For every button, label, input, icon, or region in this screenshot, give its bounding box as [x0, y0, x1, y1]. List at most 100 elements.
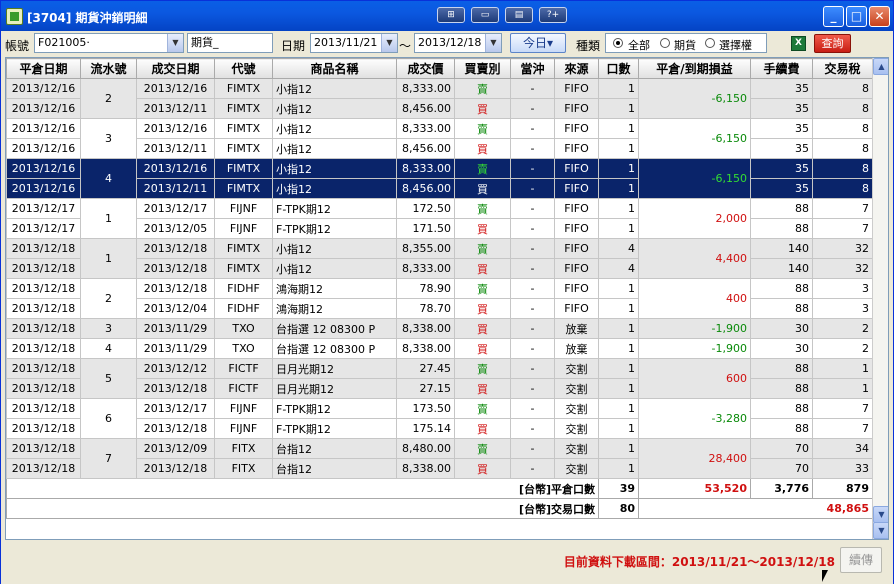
- code-cell: FIMTX: [214, 178, 273, 199]
- close-date-cell: 2013/12/18: [6, 298, 81, 319]
- chevron-down-icon[interactable]: ▼: [381, 34, 397, 52]
- table-row[interactable]: 2013/12/18 5 2013/12/12 FICTF 日月光期12 27.45 賣 - 交…: [6, 358, 873, 399]
- side-cell: 買: [454, 298, 511, 319]
- col-header[interactable]: 代號: [214, 58, 273, 79]
- col-header[interactable]: 當沖: [510, 58, 555, 79]
- close-button[interactable]: ✕: [869, 6, 890, 27]
- layout-button[interactable]: ⊞: [437, 7, 465, 23]
- radio-all[interactable]: [613, 38, 623, 48]
- col-header[interactable]: 手續費: [750, 58, 813, 79]
- download-range-text: 目前資料下載區間：2013/11/21～2013/12/18: [563, 555, 835, 569]
- trade-date-cell: 2013/12/17: [136, 198, 215, 219]
- table-row[interactable]: 2013/12/16 3 2013/12/16 FIMTX 小指12 8,333.00 賣 -…: [6, 118, 873, 159]
- col-header[interactable]: 商品名稱: [272, 58, 397, 79]
- summary-total: 48,865: [638, 498, 873, 519]
- radio-options[interactable]: [705, 38, 715, 48]
- col-header[interactable]: 成交價: [396, 58, 455, 79]
- side-cell: 買: [454, 98, 511, 119]
- table-row[interactable]: 2013/12/16 2 2013/12/16 FIMTX 小指12 8,333.00 賣 -…: [6, 78, 873, 119]
- today-button[interactable]: 今日▾: [510, 33, 566, 53]
- code-cell: FIJNF: [214, 198, 273, 219]
- daytrade-cell: -: [510, 398, 555, 419]
- radio-options-label[interactable]: 選擇權: [719, 37, 752, 53]
- trade-date-cell: 2013/12/12: [136, 358, 215, 379]
- product-name-cell: 小指12: [272, 98, 397, 119]
- source-cell: 交割: [554, 438, 599, 459]
- scroll-up-icon[interactable]: ▲: [873, 58, 888, 75]
- daytrade-cell: -: [510, 198, 555, 219]
- table-header-row: 平倉日期 流水號 成交日期 代號 商品名稱 成交價 買賣別 當沖 來源 口數 平…: [6, 58, 873, 79]
- maximize-button[interactable]: □: [846, 6, 867, 27]
- table-row[interactable]: 2013/12/18 3 2013/11/29 TXO 台指選 12 08300 P 8,…: [6, 318, 873, 339]
- serial-cell: 3: [80, 118, 137, 159]
- serial-cell: 2: [80, 278, 137, 319]
- chevron-down-icon[interactable]: ▼: [485, 34, 501, 52]
- side-cell: 賣: [454, 158, 511, 179]
- daytrade-cell: -: [510, 138, 555, 159]
- window-mode-button[interactable]: ▭: [471, 7, 499, 23]
- col-header[interactable]: 平倉/到期損益: [638, 58, 751, 79]
- source-cell: 交割: [554, 378, 599, 399]
- query-button[interactable]: 查詢: [814, 34, 851, 53]
- col-header[interactable]: 成交日期: [136, 58, 215, 79]
- col-header[interactable]: 交易稅: [812, 58, 873, 79]
- minimize-button[interactable]: _: [823, 6, 844, 27]
- code-cell: FIMTX: [214, 158, 273, 179]
- kind-radio-group: 全部 期貨 選擇權: [605, 33, 767, 53]
- continue-button[interactable]: 續傳: [840, 547, 882, 573]
- tax-cell: 7: [812, 398, 873, 419]
- code-cell: FIJNF: [214, 418, 273, 439]
- close-date-cell: 2013/12/18: [6, 458, 81, 479]
- product-name-cell: F-TPK期12: [272, 398, 397, 419]
- date-from-picker[interactable]: 2013/11/21 ▼: [310, 33, 398, 53]
- radio-futures[interactable]: [660, 38, 670, 48]
- fee-cell: 140: [750, 258, 813, 279]
- table-row[interactable]: 2013/12/18 4 2013/11/29 TXO 台指選 12 08300 P 8,…: [6, 338, 873, 359]
- table-row[interactable]: 2013/12/18 2 2013/12/18 FIDHF 鴻海期12 78.90 賣 - FI…: [6, 278, 873, 319]
- table-row[interactable]: 2013/12/17 1 2013/12/17 FIJNF F-TPK期12 172.50…: [6, 198, 873, 239]
- date-to-picker[interactable]: 2013/12/18 ▼: [414, 33, 502, 53]
- fee-cell: 35: [750, 118, 813, 139]
- radio-all-label[interactable]: 全部: [628, 37, 650, 53]
- list-mode-button[interactable]: ▤: [505, 7, 533, 23]
- price-cell: 171.50: [396, 218, 455, 239]
- price-cell: 27.45: [396, 358, 455, 379]
- col-header[interactable]: 流水號: [80, 58, 137, 79]
- side-cell: 買: [454, 418, 511, 439]
- table-row[interactable]: 2013/12/16 4 2013/12/16 FIMTX 小指12 8,333.00 賣 -…: [6, 158, 873, 199]
- scroll-down-icon[interactable]: ▼: [873, 522, 888, 539]
- tax-cell: 7: [812, 198, 873, 219]
- daytrade-cell: -: [510, 438, 555, 459]
- title-bar[interactable]: [3704] 期貨沖銷明細 ⊞ ▭ ▤ ?+ _ □ ✕: [1, 1, 893, 31]
- qty-cell: 1: [598, 458, 639, 479]
- tax-cell: 7: [812, 418, 873, 439]
- table-row[interactable]: 2013/12/18 7 2013/12/09 FITX 台指12 8,480.00 賣 - 交…: [6, 438, 873, 479]
- vertical-scrollbar[interactable]: ▲ ▼ ▼: [872, 58, 888, 539]
- price-cell: 8,480.00: [396, 438, 455, 459]
- chevron-down-icon[interactable]: ▼: [167, 34, 183, 52]
- scroll-down-icon[interactable]: ▼: [873, 506, 888, 523]
- excel-export-icon[interactable]: X: [791, 36, 806, 51]
- price-cell: 8,338.00: [396, 458, 455, 479]
- table-row[interactable]: 2013/12/18 1 2013/12/18 FIMTX 小指12 8,355.00 賣 -…: [6, 238, 873, 279]
- price-cell: 78.90: [396, 278, 455, 299]
- col-header[interactable]: 平倉日期: [6, 58, 81, 79]
- radio-futures-label[interactable]: 期貨: [674, 37, 696, 53]
- trade-date-cell: 2013/12/11: [136, 138, 215, 159]
- trade-date-cell: 2013/12/11: [136, 98, 215, 119]
- price-cell: 8,456.00: [396, 138, 455, 159]
- table-row[interactable]: 2013/12/18 6 2013/12/17 FIJNF F-TPK期12 173.50…: [6, 398, 873, 439]
- account-select[interactable]: F021005· ▼: [34, 33, 184, 53]
- serial-cell: 3: [80, 318, 137, 339]
- category-field[interactable]: 期貨_: [187, 33, 273, 53]
- side-cell: 賣: [454, 398, 511, 419]
- col-header[interactable]: 口數: [598, 58, 639, 79]
- col-header[interactable]: 買賣別: [454, 58, 511, 79]
- source-cell: FIFO: [554, 198, 599, 219]
- code-cell: TXO: [214, 318, 273, 339]
- help-button[interactable]: ?+: [539, 7, 567, 23]
- price-cell: 8,333.00: [396, 258, 455, 279]
- offset-detail-table: 平倉日期 流水號 成交日期 代號 商品名稱 成交價 買賣別 當沖 來源 口數 平…: [6, 58, 873, 519]
- col-header[interactable]: 來源: [554, 58, 599, 79]
- tax-cell: 2: [812, 338, 873, 359]
